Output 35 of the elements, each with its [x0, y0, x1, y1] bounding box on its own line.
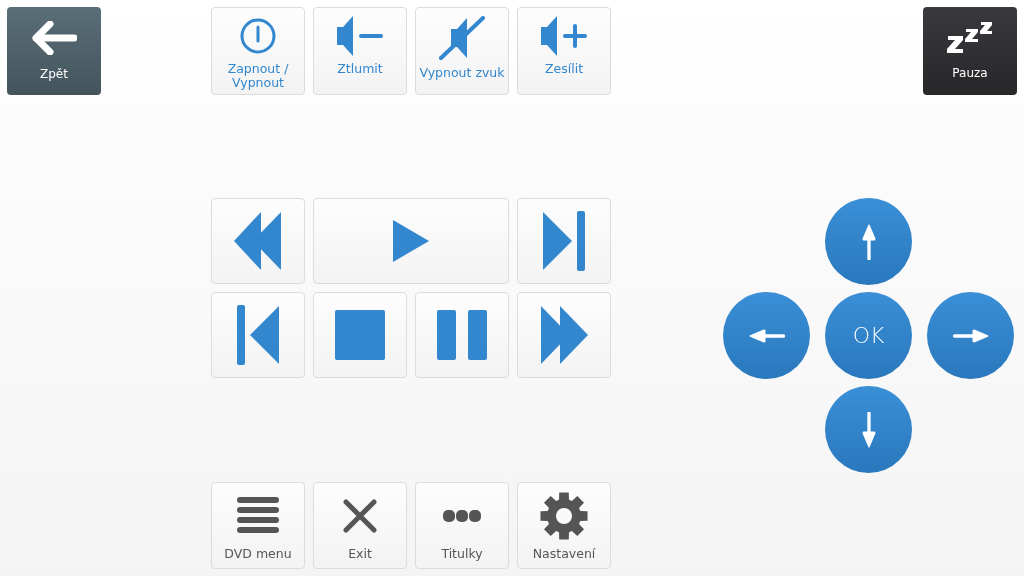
- remote-button[interactable]: Vypnout zvuk: [415, 7, 509, 95]
- arrow-left-icon: [31, 21, 77, 55]
- pause-button[interactable]: Pauza: [923, 7, 1017, 95]
- playback-button[interactable]: [313, 198, 509, 284]
- playback-button[interactable]: [211, 198, 305, 284]
- playback-button[interactable]: [313, 292, 407, 378]
- settings-icon: [539, 491, 589, 541]
- back-button[interactable]: Zpět: [7, 7, 101, 95]
- pause-icon: [436, 309, 488, 361]
- volume-down-icon: [335, 16, 385, 56]
- remote-button[interactable]: Nastavení: [517, 482, 611, 569]
- more-icon: [443, 510, 481, 522]
- play-icon: [392, 218, 430, 264]
- fast-forward-icon: [539, 305, 589, 365]
- skip-next-icon: [541, 211, 587, 271]
- remote-button[interactable]: Titulky: [415, 482, 509, 569]
- playback-button[interactable]: [211, 292, 305, 378]
- menu-icon: [237, 496, 279, 536]
- ok-button[interactable]: OK: [825, 292, 912, 379]
- remote-button[interactable]: DVD menu: [211, 482, 305, 569]
- remote-button[interactable]: Exit: [313, 482, 407, 569]
- remote-button[interactable]: Zapnout / Vypnout: [211, 7, 305, 95]
- muted-speaker-icon: [437, 16, 487, 60]
- remote-button[interactable]: Zesílit: [517, 7, 611, 95]
- stop-icon: [334, 309, 386, 361]
- playback-button[interactable]: [517, 198, 611, 284]
- close-icon: [343, 499, 377, 533]
- volume-up-icon: [539, 16, 589, 56]
- rewind-icon: [233, 211, 283, 271]
- power-icon: [238, 16, 278, 56]
- playback-button[interactable]: [517, 292, 611, 378]
- skip-previous-icon: [235, 305, 281, 365]
- playback-button[interactable]: [415, 292, 509, 378]
- sleep-icon: [947, 22, 993, 54]
- remote-button[interactable]: Ztlumit: [313, 7, 407, 95]
